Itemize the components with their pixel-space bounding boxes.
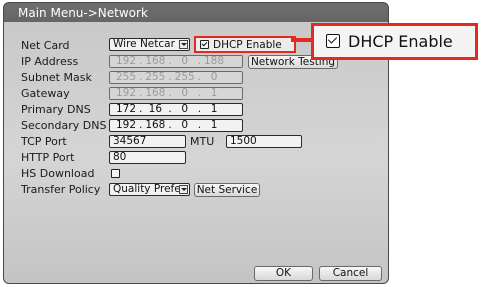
dhcp-label: DHCP Enable	[213, 39, 282, 51]
subnet-mask-label: Subnet Mask	[21, 71, 92, 84]
gateway-label: Gateway	[21, 87, 70, 100]
ip-octet: 172	[115, 103, 137, 115]
dhcp-highlight-box: DHCP Enable	[194, 36, 296, 53]
ip-address-field[interactable]: 192. 168. 0. 188	[109, 55, 243, 68]
ip-octet: 255	[115, 71, 137, 83]
ok-button[interactable]: OK	[254, 266, 313, 281]
check-icon	[327, 34, 338, 44]
http-port-field[interactable]: 80	[109, 151, 186, 164]
secondary-dns-field[interactable]: 192. 168. 0. 1	[109, 119, 243, 132]
ip-address-label: IP Address	[21, 55, 79, 68]
ip-octet: 192	[115, 55, 137, 67]
net-card-label: Net Card	[21, 39, 70, 52]
ip-octet: 168	[145, 119, 166, 131]
primary-dns-field[interactable]: 172. 16. 0. 1	[109, 103, 243, 116]
ip-octet: 255	[174, 71, 195, 83]
dhcp-callout: DHCP Enable	[311, 23, 478, 60]
ip-octet: 0	[181, 119, 189, 131]
tcp-port-label: TCP Port	[21, 135, 67, 148]
ip-octet: 0	[181, 103, 189, 115]
callout-label: DHCP Enable	[348, 32, 453, 51]
ip-octet: 192	[115, 87, 137, 99]
tcp-port-field[interactable]: 34567	[109, 135, 186, 148]
hs-download-label: HS Download	[21, 167, 95, 180]
transfer-policy-label: Transfer Policy	[21, 183, 101, 196]
mtu-field[interactable]: 1500	[226, 135, 302, 148]
subnet-mask-field[interactable]: 255. 255. 255. 0	[109, 71, 243, 84]
ip-octet: 0	[210, 71, 218, 83]
ip-octet: 0	[181, 55, 189, 67]
secondary-dns-label: Secondary DNS	[21, 119, 107, 132]
net-card-select[interactable]: Wire Netcar	[109, 38, 190, 51]
ip-octet: 255	[145, 71, 166, 83]
hs-download-checkbox[interactable]	[111, 169, 120, 178]
net-card-value: Wire Netcar	[113, 38, 175, 50]
chevron-down-icon	[179, 40, 188, 49]
net-service-button[interactable]: Net Service	[194, 183, 260, 197]
mtu-label: MTU	[190, 135, 215, 148]
transfer-policy-select[interactable]: Quality Prefe	[109, 183, 190, 196]
gateway-field[interactable]: 192. 168. 0. 1	[109, 87, 243, 100]
primary-dns-label: Primary DNS	[21, 103, 91, 116]
transfer-policy-value: Quality Prefe	[113, 183, 181, 195]
ip-octet: 168	[145, 87, 166, 99]
dhcp-checkbox[interactable]	[200, 40, 209, 49]
http-port-label: HTTP Port	[21, 151, 75, 164]
ip-octet: 168	[145, 55, 166, 67]
cancel-button[interactable]: Cancel	[319, 266, 382, 281]
ip-octet: 1	[210, 103, 218, 115]
ip-octet: 16	[148, 103, 163, 115]
window-title: Main Menu->Network	[18, 6, 148, 20]
ip-octet: 188	[204, 55, 225, 67]
ip-octet: 1	[210, 119, 218, 131]
callout-checkbox	[326, 34, 340, 48]
chevron-down-icon	[179, 185, 188, 194]
ip-octet: 1	[210, 87, 218, 99]
ip-octet: 0	[181, 87, 189, 99]
ip-octet: 192	[115, 119, 137, 131]
callout-connector	[291, 38, 312, 42]
